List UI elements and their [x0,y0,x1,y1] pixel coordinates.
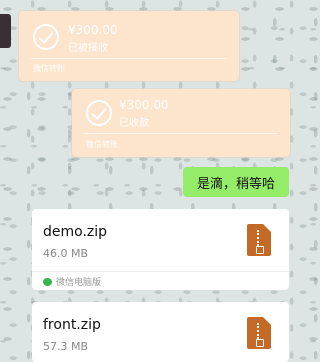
zip-file-icon [247,317,271,349]
file-size: 57.3 MB [43,340,89,353]
transfer-footer: 微信转账 [86,140,118,149]
transfer-divider [84,133,278,134]
transfer-amount: ¥300.00 [68,23,118,37]
transfer-footer: 微信转账 [33,64,65,73]
check-circle-icon [33,24,59,50]
zipper-icon [256,230,264,254]
file-source-label: 微信电脑版 [56,278,102,288]
zip-file-icon [247,224,271,256]
file-message-demo[interactable]: demo.zip 46.0 MB 微信电脑版 [32,209,289,290]
file-source: 微信电脑版 [43,275,101,288]
transfer-amount: ¥300.00 [119,98,169,112]
file-name: demo.zip [43,224,108,240]
transfer-status: 已被接收 [68,43,108,54]
file-message-front[interactable]: front.zip 57.3 MB [32,302,289,362]
check-circle-icon [86,100,112,126]
transfer-message-received[interactable]: ¥300.00 已被接收 微信转账 [19,11,239,81]
wechat-icon [43,277,52,286]
transfer-divider [31,58,227,59]
transfer-status: 已收款 [119,118,149,129]
zipper-icon [256,323,264,347]
file-size: 46.0 MB [43,247,89,260]
sent-text-message[interactable]: 是滴，稍等哈 [183,167,289,197]
contact-avatar[interactable] [0,14,11,48]
transfer-message-sent[interactable]: ¥300.00 已收款 微信转账 [72,89,290,157]
card-divider [32,271,289,272]
file-name: front.zip [43,317,101,333]
